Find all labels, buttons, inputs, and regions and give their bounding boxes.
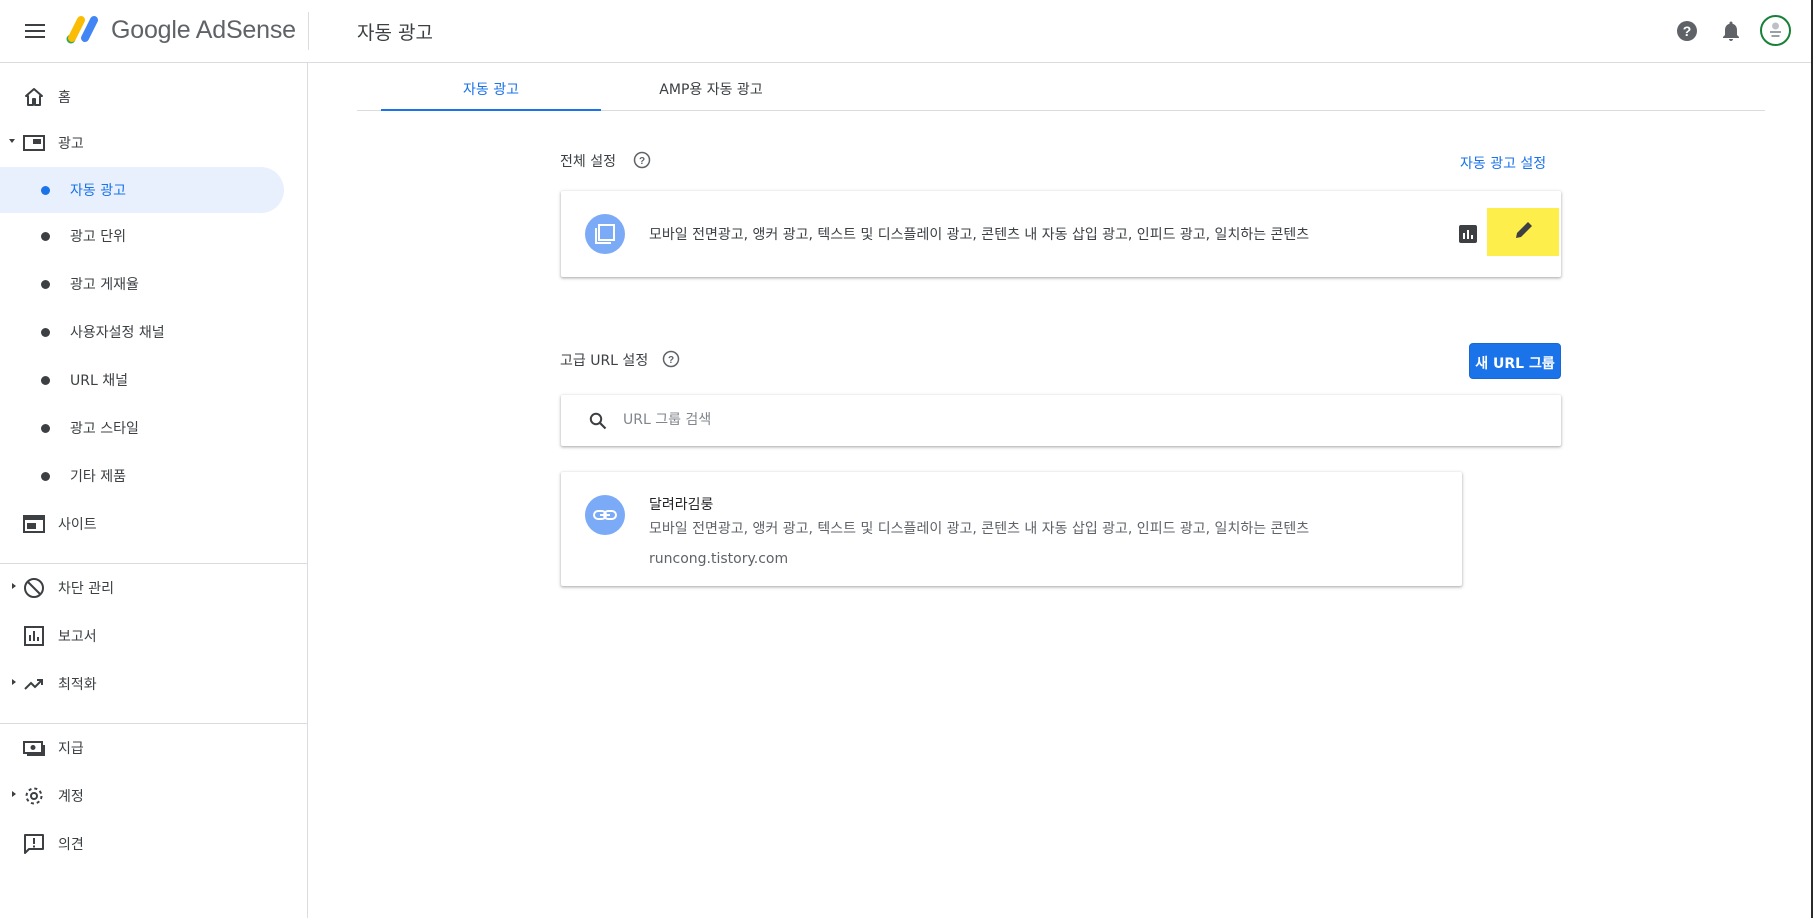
url-group-url: runcong.tistory.com — [649, 551, 789, 567]
help-outline-icon[interactable]: ? — [633, 151, 651, 169]
gear-icon — [25, 787, 43, 805]
sidebar-item-label: 사용자설정 채널 — [70, 325, 165, 341]
sidebar-item-home[interactable]: 홈 — [0, 74, 284, 120]
url-group-formats: 모바일 전면광고, 앵커 광고, 텍스트 및 디스플레이 광고, 콘텐츠 내 자… — [649, 521, 1310, 537]
sidebar-item-label: 차단 관리 — [58, 581, 114, 597]
sidebar-item-ad-units[interactable]: 광고 단위 — [0, 213, 284, 259]
tab-bar: 자동 광고 AMP용 자동 광고 — [357, 63, 1765, 111]
svg-text:?: ? — [1683, 23, 1692, 39]
feedback-icon — [24, 834, 44, 854]
sidebar-item-blocking[interactable]: 차단 관리 — [0, 565, 284, 611]
avatar-image-icon — [1770, 22, 1781, 37]
sidebar-divider — [0, 563, 308, 564]
expand-caret-icon — [12, 583, 16, 589]
bullet-icon — [41, 424, 50, 433]
tab-auto-ads[interactable]: 자동 광고 — [381, 63, 601, 111]
sidebar-item-label: 최적화 — [58, 677, 97, 693]
svg-text:?: ? — [668, 355, 674, 366]
bullet-icon — [41, 280, 50, 289]
sidebar-item-label: 보고서 — [58, 629, 97, 645]
global-settings-card: 모바일 전면광고, 앵커 광고, 텍스트 및 디스플레이 광고, 콘텐츠 내 자… — [561, 191, 1561, 277]
global-settings-title: 전체 설정 — [560, 154, 616, 170]
ad-formats-badge — [585, 214, 625, 254]
notifications-icon[interactable] — [1719, 19, 1743, 43]
sidebar-item-label: 기타 제품 — [70, 469, 126, 485]
help-icon[interactable]: ? — [1675, 19, 1699, 43]
bullet-icon — [41, 472, 50, 481]
sidebar-item-label: 광고 — [58, 136, 84, 152]
app-window: Google AdSense 자동 광고 ? 홈 광고 자동 광고 광고 단위 … — [0, 0, 1813, 918]
svg-text:?: ? — [639, 156, 645, 167]
bullet-icon — [41, 376, 50, 385]
sidebar-item-account[interactable]: 계정 — [0, 773, 284, 819]
sidebar-item-optimization[interactable]: 최적화 — [0, 661, 284, 707]
reports-icon — [24, 626, 44, 646]
sidebar-item-feedback[interactable]: 의견 — [0, 821, 284, 867]
payments-icon — [23, 741, 45, 756]
bullet-icon — [41, 186, 50, 195]
adsense-logo-icon — [66, 16, 98, 44]
sidebar-item-other-products[interactable]: 기타 제품 — [0, 453, 284, 499]
top-app-bar: Google AdSense 자동 광고 ? — [0, 0, 1811, 63]
url-group-badge — [585, 495, 625, 535]
sidebar-item-label: 광고 단위 — [70, 229, 126, 245]
sidebar-item-label: 지급 — [58, 741, 84, 757]
sidebar-item-custom-channels[interactable]: 사용자설정 채널 — [0, 309, 284, 355]
auto-ads-settings-link[interactable]: 자동 광고 설정 — [1460, 153, 1546, 173]
new-url-group-button[interactable]: 새 URL 그룹 — [1469, 343, 1561, 379]
sidebar-item-label: 사이트 — [58, 517, 97, 533]
sidebar-item-reports[interactable]: 보고서 — [0, 613, 284, 659]
sidebar-item-label: 홈 — [58, 90, 71, 106]
expand-caret-icon — [12, 679, 16, 685]
expand-caret-icon — [12, 791, 16, 797]
report-icon[interactable] — [1458, 224, 1478, 244]
sidebar-item-payments[interactable]: 지급 — [0, 725, 284, 771]
search-icon — [589, 412, 607, 430]
pencil-icon — [1516, 222, 1532, 238]
bullet-icon — [41, 328, 50, 337]
sidebar-item-label: 의견 — [58, 837, 84, 853]
menu-icon[interactable] — [22, 18, 48, 44]
advanced-url-title: 고급 URL 설정 — [560, 353, 649, 369]
sites-icon — [23, 515, 45, 533]
sidebar-item-ad-styles[interactable]: 광고 스타일 — [0, 405, 284, 451]
sidebar-item-url-channels[interactable]: URL 채널 — [0, 357, 284, 403]
sidebar-nav: 홈 광고 자동 광고 광고 단위 광고 게재율 사용자설정 채널 URL 채널 … — [0, 63, 308, 918]
sidebar-item-label: 계정 — [58, 789, 84, 805]
sidebar-item-sites[interactable]: 사이트 — [0, 501, 284, 547]
tab-amp-auto-ads[interactable]: AMP용 자동 광고 — [601, 63, 821, 111]
logo-text: Google AdSense — [111, 16, 296, 44]
page-title: 자동 광고 — [357, 22, 433, 44]
url-group-search — [561, 395, 1561, 446]
sidebar-item-auto-ads[interactable]: 자동 광고 — [0, 167, 284, 213]
home-icon — [25, 88, 43, 106]
ads-icon — [23, 135, 45, 151]
edit-button[interactable] — [1487, 208, 1559, 256]
search-input[interactable] — [623, 409, 1323, 431]
sidebar-item-ad-balance[interactable]: 광고 게재율 — [0, 261, 284, 307]
sidebar-item-label: 자동 광고 — [70, 183, 126, 199]
link-icon — [593, 510, 617, 520]
block-icon — [24, 578, 44, 598]
url-group-card[interactable]: 달려라김룽 모바일 전면광고, 앵커 광고, 텍스트 및 디스플레이 광고, 콘… — [561, 472, 1462, 586]
sidebar-item-label: 광고 게재율 — [70, 277, 139, 293]
url-group-name: 달려라김룽 — [649, 497, 714, 513]
global-formats-text: 모바일 전면광고, 앵커 광고, 텍스트 및 디스플레이 광고, 콘텐츠 내 자… — [649, 227, 1310, 243]
trending-up-icon — [24, 679, 43, 690]
expand-caret-icon — [9, 139, 15, 143]
avatar[interactable] — [1760, 15, 1791, 46]
sidebar-item-label: 광고 스타일 — [70, 421, 139, 437]
sidebar-item-ads[interactable]: 광고 — [0, 120, 284, 166]
copy-layers-icon — [595, 224, 615, 244]
bullet-icon — [41, 232, 50, 241]
header-divider — [308, 12, 309, 50]
sidebar-item-label: URL 채널 — [70, 373, 128, 389]
sidebar-divider — [0, 723, 308, 724]
help-outline-icon[interactable]: ? — [662, 350, 680, 368]
